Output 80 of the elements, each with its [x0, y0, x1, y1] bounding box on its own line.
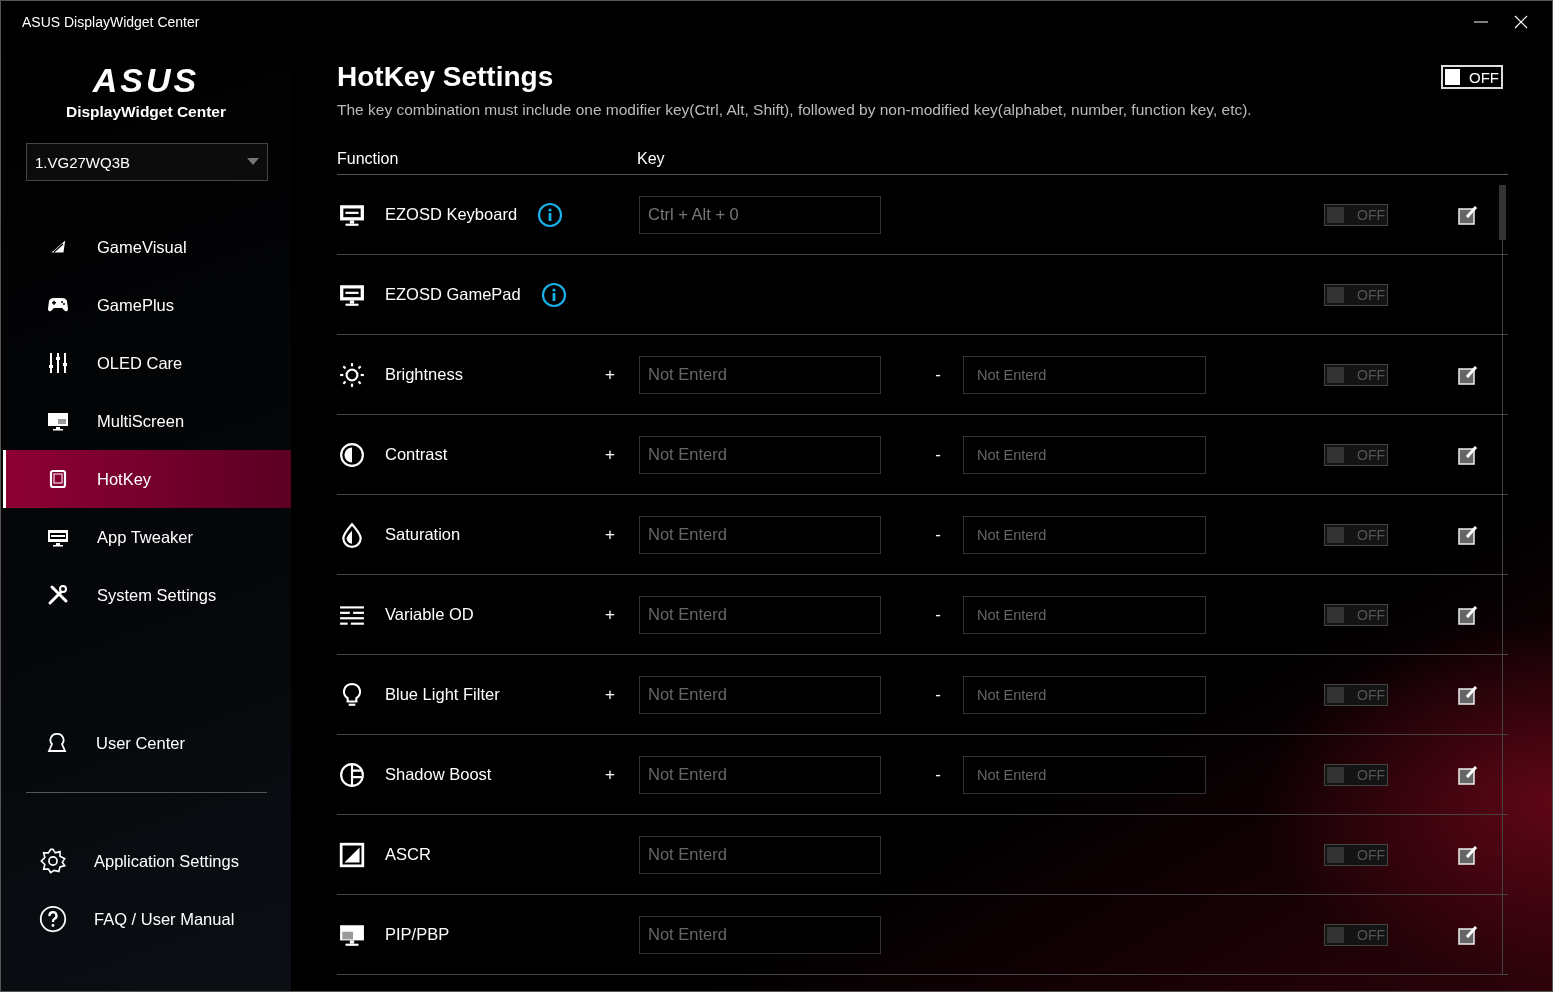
key-field[interactable]: Not Enterd: [639, 835, 881, 874]
key-field[interactable]: Not Enterd: [639, 515, 881, 554]
monitor-dropdown[interactable]: 1.VG27WQ3B: [26, 143, 268, 181]
key-field[interactable]: Not Enterd: [963, 515, 1206, 554]
key-field[interactable]: Not Enterd: [639, 675, 881, 714]
function-label: Shadow Boost: [385, 765, 492, 784]
nav-item[interactable]: GamePlus: [3, 276, 291, 334]
edit-icon[interactable]: [1458, 364, 1478, 385]
plus-sign: +: [605, 524, 616, 545]
key-field[interactable]: Not Enterd: [639, 915, 881, 954]
settings-icon: [39, 847, 67, 875]
minus-sign: -: [935, 524, 941, 545]
function-label: ASCR: [385, 845, 431, 864]
key-field[interactable]: Not Enterd: [639, 595, 881, 634]
key-field[interactable]: Not Enterd: [963, 675, 1206, 714]
function-label: EZOSD GamePad: [385, 285, 521, 304]
plus-sign: +: [605, 764, 616, 785]
nav-item[interactable]: MultiScreen: [3, 392, 291, 450]
key-field[interactable]: Not Enterd: [963, 755, 1206, 794]
plus-sign: +: [605, 684, 616, 705]
function-label: Brightness: [385, 365, 463, 384]
droplet-icon: [339, 521, 365, 548]
minus-sign: -: [935, 444, 941, 465]
key-field[interactable]: Ctrl + Alt + 0: [639, 195, 881, 234]
edit-icon[interactable]: [1458, 524, 1478, 545]
function-label: Contrast: [385, 445, 448, 464]
info-icon[interactable]: [540, 281, 567, 308]
plus-sign: +: [605, 444, 616, 465]
minus-sign: -: [935, 364, 941, 385]
plus-sign: +: [605, 364, 616, 385]
info-icon[interactable]: [537, 201, 564, 228]
function-label: PIP/PBP: [385, 925, 450, 944]
minus-sign: -: [935, 764, 941, 785]
minus-sign: -: [935, 684, 941, 705]
user-center-link[interactable]: User Center: [1, 714, 291, 772]
window-title: ASUS DisplayWidget Center: [22, 14, 201, 30]
scrollbar-thumb[interactable]: [1499, 185, 1506, 240]
nav-item[interactable]: OLED Care: [3, 334, 291, 392]
caret-icon: [247, 158, 259, 166]
help-icon: [39, 905, 67, 933]
minus-sign: -: [935, 604, 941, 625]
function-label: Blue Light Filter: [385, 685, 500, 704]
contrast-icon: [339, 441, 365, 468]
key-field[interactable]: Not Enterd: [639, 755, 881, 794]
function-label: EZOSD Keyboard: [385, 205, 518, 224]
sun-icon: [339, 361, 365, 388]
edit-icon[interactable]: [1458, 444, 1478, 465]
edit-icon[interactable]: [1458, 764, 1478, 785]
column-header: Function: [337, 150, 400, 168]
master-toggle[interactable]: OFF: [1441, 65, 1503, 89]
column-header: Key: [637, 150, 665, 168]
function-label: Variable OD: [385, 605, 474, 624]
key-field[interactable]: Not Enterd: [963, 595, 1206, 634]
key-field[interactable]: Not Enterd: [639, 355, 881, 394]
help-link[interactable]: FAQ / User Manual: [1, 901, 291, 937]
key-field[interactable]: Not Enterd: [639, 435, 881, 474]
nav-item[interactable]: HotKey: [3, 450, 291, 508]
description: The key combination must include one modifier key(Ctrl, Alt, Shift), followed by non-modified key(alphabet, number, function key, etc).: [337, 101, 1253, 119]
edit-icon[interactable]: [1458, 604, 1478, 625]
shadow-circle-icon: [339, 761, 365, 788]
app-name: DisplayWidget Center: [65, 103, 227, 121]
edit-icon[interactable]: [1458, 204, 1478, 225]
nav-item[interactable]: System Settings: [3, 566, 291, 624]
half-square-icon: [339, 841, 365, 868]
function-label: Saturation: [385, 525, 461, 544]
nav-item[interactable]: GameVisual: [3, 218, 291, 276]
key-field[interactable]: Not Enterd: [963, 435, 1206, 474]
sliders-icon: [46, 351, 70, 375]
close-icon[interactable]: [1512, 13, 1530, 31]
nav-item[interactable]: App Tweaker: [3, 508, 291, 566]
tools-icon: [46, 583, 70, 607]
edit-icon[interactable]: [1458, 924, 1478, 945]
person-icon: [45, 731, 69, 755]
edit-icon[interactable]: [1458, 684, 1478, 705]
brand-logo: ASUS: [92, 63, 200, 97]
page-title: HotKey Settings: [337, 61, 555, 93]
key-field[interactable]: Not Enterd: [963, 355, 1206, 394]
settings-link[interactable]: Application Settings: [1, 843, 291, 879]
plus-sign: +: [605, 604, 616, 625]
edit-icon[interactable]: [1458, 844, 1478, 865]
